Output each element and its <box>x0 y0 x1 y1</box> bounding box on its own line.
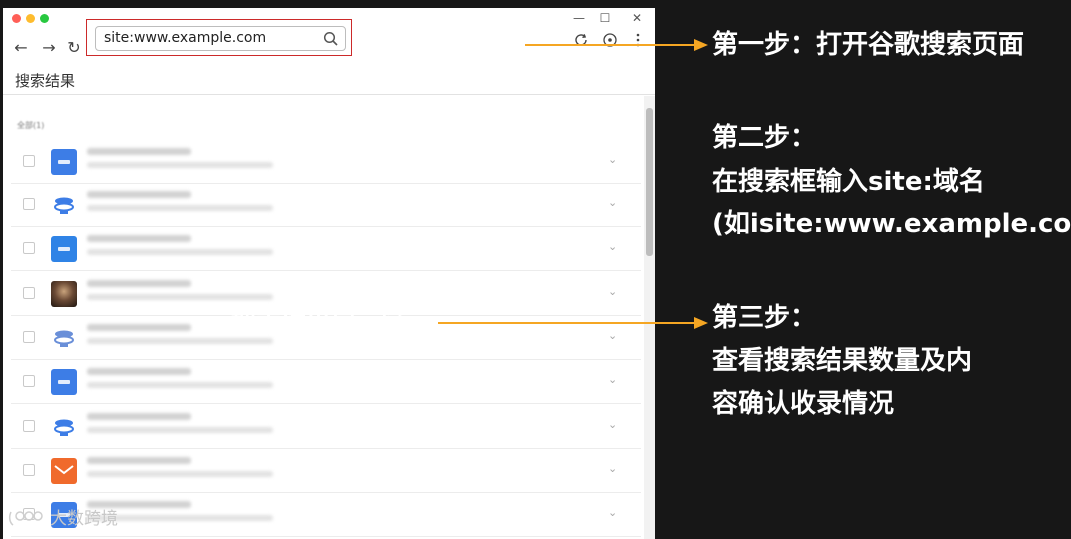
app-stack-icon <box>51 192 77 218</box>
row-title[interactable] <box>87 148 191 155</box>
close-dot-icon[interactable] <box>12 14 21 23</box>
row-title[interactable] <box>87 457 191 464</box>
address-text[interactable]: site:www.example.com <box>104 30 266 47</box>
row-checkbox[interactable] <box>23 287 35 299</box>
list-item[interactable]: ⌄ <box>11 449 641 493</box>
chevron-down-icon[interactable]: ⌄ <box>608 462 617 475</box>
watermark-logo-icon <box>8 511 43 526</box>
step2-line1: 在搜索框输入site:域名 <box>712 167 985 197</box>
app-blue-square-icon <box>51 236 77 262</box>
row-checkbox[interactable] <box>23 242 35 254</box>
close-icon[interactable]: ✕ <box>629 10 645 26</box>
row-checkbox[interactable] <box>23 375 35 387</box>
row-title[interactable] <box>87 368 191 375</box>
row-subtitle <box>87 382 273 388</box>
row-checkbox[interactable] <box>23 198 35 210</box>
chevron-down-icon[interactable]: ⌄ <box>608 373 617 386</box>
search-icon[interactable] <box>323 31 339 47</box>
browser-window: — ☐ ✕ ← → ↻ 搜索结果 全部(1) ⌄ ⌄ ⌄ ⌄ ⌄ ⌄ ⌄ ⌄ ⌄ <box>3 8 655 539</box>
minimize-dot-icon[interactable] <box>26 14 35 23</box>
row-title[interactable] <box>87 191 191 198</box>
results-label: 搜索结果 <box>15 72 76 90</box>
row-title[interactable] <box>87 324 191 331</box>
scrollbar-thumb[interactable] <box>646 108 653 256</box>
list-header: 全部(1) <box>17 121 45 130</box>
chevron-down-icon[interactable]: ⌄ <box>608 153 617 166</box>
list-item[interactable]: ⌄ <box>11 405 641 449</box>
chevron-down-icon[interactable]: ⌄ <box>608 329 617 342</box>
app-blue-square-icon <box>51 369 77 395</box>
chevron-down-icon[interactable]: ⌄ <box>608 506 617 519</box>
list-item[interactable]: ⌄ <box>11 183 641 227</box>
chevron-down-icon[interactable]: ⌄ <box>608 196 617 209</box>
chevron-down-icon[interactable]: ⌄ <box>608 418 617 431</box>
row-subtitle <box>87 471 273 477</box>
list-item[interactable]: ⌄ <box>11 227 641 271</box>
row-title[interactable] <box>87 413 191 420</box>
row-title[interactable] <box>87 280 191 287</box>
sync-icon[interactable] <box>573 32 589 48</box>
minimize-icon[interactable]: — <box>571 10 587 26</box>
reload-icon[interactable]: ↻ <box>65 39 83 57</box>
app-envelope-icon <box>51 458 77 484</box>
address-bar[interactable]: site:www.example.com <box>95 26 346 51</box>
download-icon[interactable] <box>602 32 618 48</box>
step3-title: 第三步： <box>712 303 817 333</box>
annotation-results-area: 搜索结果展示区 <box>231 309 407 338</box>
forward-icon[interactable]: → <box>40 39 58 57</box>
row-subtitle <box>87 249 273 255</box>
step1-text: 第一步：打开谷歌搜索页面 <box>712 30 1025 60</box>
watermark-text: 大数跨境 <box>50 509 118 529</box>
app-stack-icon <box>51 414 77 440</box>
annotation-domain-position: 域名输入位置 <box>360 28 511 57</box>
app-person-icon <box>51 325 77 351</box>
results-bar: 搜索结果 <box>3 68 655 95</box>
app-blue-square-icon <box>51 149 77 175</box>
app-photo-icon <box>51 281 77 307</box>
back-icon[interactable]: ← <box>12 39 30 57</box>
zoom-dot-icon[interactable] <box>40 14 49 23</box>
row-checkbox[interactable] <box>23 155 35 167</box>
row-checkbox[interactable] <box>23 464 35 476</box>
row-checkbox[interactable] <box>23 331 35 343</box>
step3-line1: 查看搜索结果数量及内 <box>712 346 973 376</box>
list-item[interactable]: ⌄ <box>11 140 641 184</box>
chevron-down-icon[interactable]: ⌄ <box>608 240 617 253</box>
row-title[interactable] <box>87 235 191 242</box>
more-menu-icon[interactable] <box>630 32 646 48</box>
step2-line2: (如isite:www.example.com) <box>712 209 1071 239</box>
list-item[interactable]: ⌄ <box>11 360 641 404</box>
step2-title: 第二步： <box>712 123 817 153</box>
row-subtitle <box>87 205 273 211</box>
row-checkbox[interactable] <box>23 420 35 432</box>
chevron-down-icon[interactable]: ⌄ <box>608 285 617 298</box>
row-subtitle <box>87 294 273 300</box>
maximize-icon[interactable]: ☐ <box>597 10 613 26</box>
row-subtitle <box>87 427 273 433</box>
step3-line2: 容确认收录情况 <box>712 389 895 419</box>
row-subtitle <box>87 162 273 168</box>
